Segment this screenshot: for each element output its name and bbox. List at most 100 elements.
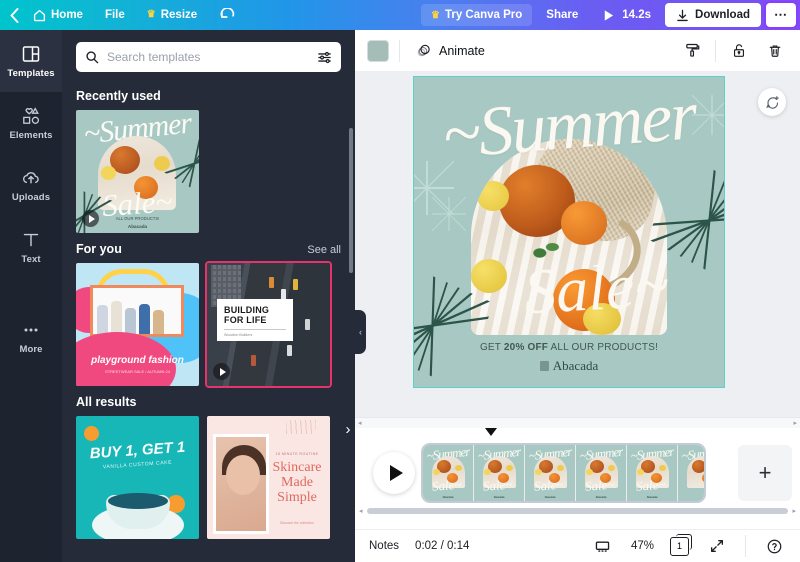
template-card-skincare-made-simple[interactable]: 15 MINUTE ROUTINE Skincare Made Simple D… [207,416,330,539]
undo-button[interactable] [208,3,247,27]
lemon-shape [101,166,116,180]
download-button[interactable]: Download [665,3,761,27]
decor-dot [84,426,99,441]
search-input[interactable]: Search templates [76,42,341,72]
add-comment-icon [765,95,780,110]
element-toolbar: Animate [355,30,800,72]
home-button[interactable]: Home [22,3,94,27]
text-t-icon [21,230,41,250]
scroll-left-icon[interactable]: ◂ [359,507,363,515]
animate-label: Animate [439,44,485,58]
color-swatch-button[interactable] [367,40,389,62]
sidebar-item-label: Elements [9,130,52,141]
lemon-shape [608,465,615,471]
template-grid-for-you: playground fashion STREETWEAR SALE / AUT… [76,263,341,386]
trash-icon [767,43,783,59]
play-icon[interactable] [82,210,99,227]
playhead-marker[interactable] [485,428,497,436]
help-button[interactable] [762,534,786,558]
timeline-frame[interactable]: ~SummerSale~Abacada [576,445,627,501]
paint-roller-button[interactable] [679,38,705,64]
template-card-buy-one-get-one[interactable]: BUY 1, GET 1 VANILLA CUSTOM CAKE [76,416,199,539]
timeline-frame[interactable]: ~SummerSale~Abacada [627,445,678,501]
section-title: All results [76,395,136,409]
product-photo[interactable] [471,139,667,335]
back-chevron-icon[interactable] [0,0,22,30]
play-icon[interactable] [213,363,230,380]
see-all-link[interactable]: See all [307,244,341,256]
timeline-area: ~SummerSale~Abacada ~SummerSale~Abacada … [355,428,800,518]
timeline-row: ~SummerSale~Abacada ~SummerSale~Abacada … [355,428,800,518]
lemon-shape [506,465,513,471]
canvas-area[interactable]: ~Summer Sale~ GET 20% OFF ALL OUR PRODUC… [355,72,800,428]
scroll-left-icon[interactable]: ◂ [358,419,362,427]
sidebar-item-elements[interactable]: Elements [0,92,62,154]
chevron-left-icon: ‹ [359,327,362,337]
lemon-shape [433,469,440,475]
brand-text[interactable]: Abacada [414,358,724,374]
brand-label: Abacada [553,358,598,374]
scroll-right-icon[interactable]: ▸ [792,507,796,515]
section-title: Recently used [76,89,161,103]
frame-brand: Abacada [525,496,575,499]
thumb-title2: FOR LIFE [224,315,286,325]
try-canva-pro-button[interactable]: ♛ Try Canva Pro [421,4,532,26]
more-options-button[interactable]: ⋯ [766,3,796,27]
template-card-playground-fashion[interactable]: playground fashion STREETWEAR SALE / AUT… [76,263,199,386]
play-button[interactable] [373,452,415,494]
scrollbar-thumb[interactable] [367,508,789,514]
lemon-shape [471,259,507,293]
thumb-kicker: 15 MINUTE ROUTINE [268,452,326,456]
share-button[interactable]: Share [532,4,592,26]
delete-button[interactable] [762,38,788,64]
decor-rays [286,420,316,434]
frame-art: ~SummerSale~Abacada [525,445,575,501]
templates-scroll-area[interactable]: Recently used ~Summer Sale~ [62,80,355,562]
scrollbar-track[interactable] [368,421,788,425]
cream-shape [108,493,168,509]
notes-button[interactable]: Notes [369,540,399,552]
thumb-subtitle: STREETWEAR SALE / AUTUMN 24 [76,369,199,374]
timeline-frame[interactable]: ~SummerSale~Abacada [474,445,525,501]
file-button[interactable]: File [94,3,136,27]
preview-duration-button[interactable]: 14.2s [592,4,661,26]
home-label: Home [51,3,83,27]
person-shape [111,301,122,335]
sidebar-item-text[interactable]: Text [0,216,62,278]
more-horizontal-icon: ⋯ [774,11,788,19]
help-question-icon [766,538,783,555]
caption-text[interactable]: GET 20% OFF ALL OUR PRODUCTS! [414,342,724,353]
panel-collapse-button[interactable]: ‹ [355,310,366,354]
rail-spacer [0,278,62,306]
present-button[interactable] [591,534,615,558]
caption-suffix: ALL OUR PRODUCTS! [548,342,658,353]
timeline-horizontal-scrollbar[interactable]: ◂ ▸ [355,506,800,516]
add-comment-button[interactable] [758,88,786,116]
animate-button[interactable]: Animate [410,39,491,63]
sidebar-item-more[interactable]: More [0,306,62,368]
timeline-frame[interactable]: ~SummerSale~Abacada [525,445,576,501]
page-filmstrip[interactable]: ~SummerSale~Abacada ~SummerSale~Abacada … [423,445,704,501]
sidebar-item-templates[interactable]: Templates [0,30,62,92]
resize-button[interactable]: ♛ Resize [136,3,208,27]
sidebar-item-uploads[interactable]: Uploads [0,154,62,216]
animate-circles-icon [416,43,432,59]
canvas-horizontal-scrollbar[interactable]: ◂ ▸ [355,417,800,428]
sparkle-decor [692,95,724,135]
thumb-subtitle: Woodton Builders [224,333,286,337]
lock-button[interactable] [726,38,752,64]
timeline-frame[interactable]: ~SummerSale~Abacada [423,445,474,501]
zoom-level[interactable]: 47% [631,540,654,552]
scroll-right-icon[interactable]: ▸ [793,419,797,427]
cake-thumb-art: BUY 1, GET 1 VANILLA CUSTOM CAKE [76,416,199,539]
template-card-building-for-life[interactable]: BUILDING FOR LIFE Woodton Builders [207,263,330,386]
panel-scrollbar[interactable] [349,128,353,273]
add-page-button[interactable]: + [738,445,792,501]
chevron-right-icon[interactable]: › [339,420,355,438]
template-card-summer-sale[interactable]: ~Summer Sale~ ALL OUR PRODUCTS! Abacada [76,110,199,233]
page-manager-button[interactable]: 1 [670,537,689,556]
filter-sliders-icon[interactable] [317,50,332,65]
timeline-frame[interactable]: ~Summer [678,445,704,501]
design-canvas[interactable]: ~Summer Sale~ GET 20% OFF ALL OUR PRODUC… [414,77,724,387]
fullscreen-button[interactable] [705,534,729,558]
